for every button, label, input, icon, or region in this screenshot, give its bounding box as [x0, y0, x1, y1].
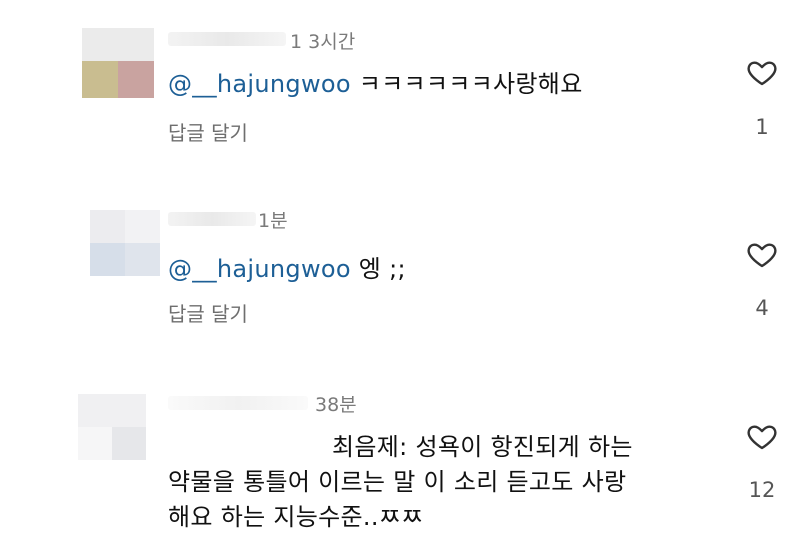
- reply-button[interactable]: 답글 달기: [168, 298, 248, 327]
- comment-2: 1분 @__hajungwoo 엥 ;; 답글 달기 4: [0, 190, 800, 360]
- like-count: 4: [755, 296, 769, 320]
- mention-link[interactable]: @__hajungwoo: [168, 70, 351, 98]
- comment-line-1: 최음제: 성욕이 항진되게 하는: [332, 433, 633, 461]
- avatar-blurred[interactable]: [78, 394, 146, 460]
- comment-line-3: 해요 하는 지능수준..ㅉㅉ: [168, 503, 424, 531]
- comment-timestamp: 1 3시간: [290, 31, 356, 53]
- heart-outline-icon[interactable]: [745, 420, 779, 452]
- heart-outline-icon[interactable]: [745, 238, 779, 270]
- reply-button[interactable]: 답글 달기: [168, 117, 248, 146]
- comment-3: 38분 최음제: 성욕이 항진되게 하는 약물을 통틀어 이르는 말 이 소리 …: [0, 372, 800, 543]
- comment-text: @__hajungwoo ㅋㅋㅋㅋㅋㅋ사랑해요: [168, 64, 583, 99]
- comment-text: @__hajungwoo 엥 ;;: [168, 249, 406, 284]
- heart-outline-icon[interactable]: [745, 56, 779, 88]
- comment-1: 1 3시간 @__hajungwoo ㅋㅋㅋㅋㅋㅋ사랑해요 답글 달기 1: [0, 0, 800, 180]
- comment-timestamp: 1분: [258, 210, 288, 232]
- comment-body: 엥 ;;: [350, 255, 406, 283]
- comment-timestamp: 38분: [315, 394, 357, 416]
- comment-body: ㅋㅋㅋㅋㅋㅋ사랑해요: [350, 70, 583, 98]
- avatar-blurred[interactable]: [90, 210, 160, 276]
- like-count: 1: [755, 115, 769, 139]
- username-blurred[interactable]: [168, 32, 286, 46]
- mention-link[interactable]: @__hajungwoo: [168, 255, 351, 283]
- avatar-blurred[interactable]: [82, 28, 154, 98]
- username-blurred[interactable]: [168, 396, 308, 410]
- username-blurred[interactable]: [168, 212, 256, 226]
- comment-line-2: 약물을 통틀어 이르는 말 이 소리 듣고도 사랑: [168, 468, 627, 496]
- like-count: 12: [748, 478, 776, 502]
